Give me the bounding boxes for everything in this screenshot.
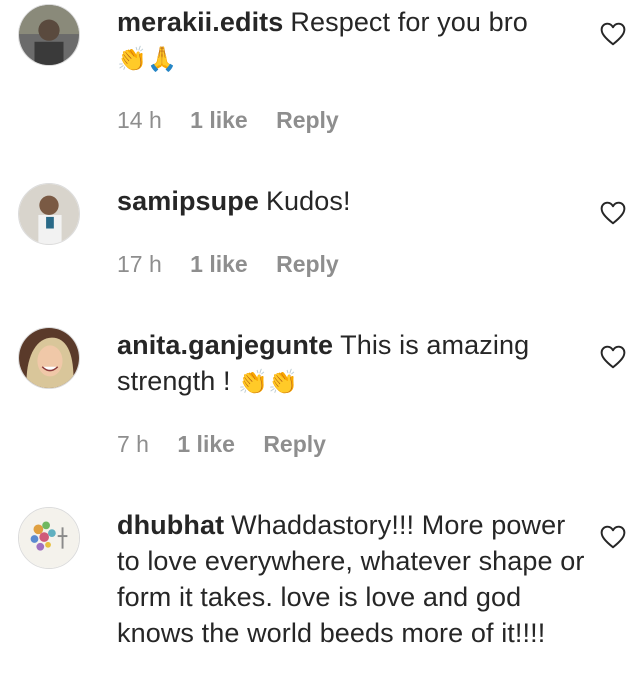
comment-meta: 7 h 1 like Reply bbox=[117, 431, 348, 458]
comment-text: Kudos! bbox=[265, 186, 351, 216]
like-heart-icon[interactable] bbox=[600, 22, 626, 46]
comment-username[interactable]: anita.ganjegunte bbox=[117, 330, 333, 360]
comment-likes[interactable]: 1 like bbox=[190, 107, 248, 133]
avatar[interactable] bbox=[18, 327, 80, 389]
comment-body: dhubhat Whaddastory!!! More power to love… bbox=[117, 507, 587, 651]
comment-username[interactable]: dhubhat bbox=[117, 510, 224, 540]
comment-text: Respect for you bro bbox=[290, 7, 528, 37]
comment-time: 7 h bbox=[117, 431, 149, 457]
comment-body: samipsupe Kudos! bbox=[117, 183, 587, 219]
avatar[interactable] bbox=[18, 507, 80, 569]
like-heart-icon[interactable] bbox=[600, 345, 626, 369]
like-heart-icon[interactable] bbox=[600, 201, 626, 225]
reply-button[interactable]: Reply bbox=[263, 431, 326, 457]
comment-emoji: 👏👏 bbox=[238, 368, 299, 396]
comment-time: 14 h bbox=[117, 107, 162, 133]
comment-meta: 14 h 1 like Reply bbox=[117, 107, 361, 134]
comment-username[interactable]: merakii.edits bbox=[117, 7, 283, 37]
comment-username[interactable]: samipsupe bbox=[117, 186, 259, 216]
avatar[interactable] bbox=[18, 4, 80, 66]
comment-time: 17 h bbox=[117, 251, 162, 277]
comment-likes[interactable]: 1 like bbox=[177, 431, 235, 457]
comment-body: merakii.edits Respect for you bro 👏🙏 bbox=[117, 4, 587, 77]
comment-emoji: 👏🙏 bbox=[117, 45, 177, 73]
comment-body: anita.ganjegunte This is amazing strength… bbox=[117, 327, 587, 400]
avatar[interactable] bbox=[18, 183, 80, 245]
comment-likes[interactable]: 1 like bbox=[190, 251, 248, 277]
reply-button[interactable]: Reply bbox=[276, 107, 339, 133]
reply-button[interactable]: Reply bbox=[276, 251, 339, 277]
like-heart-icon[interactable] bbox=[600, 525, 626, 549]
comment-meta: 17 h 1 like Reply bbox=[117, 251, 361, 278]
